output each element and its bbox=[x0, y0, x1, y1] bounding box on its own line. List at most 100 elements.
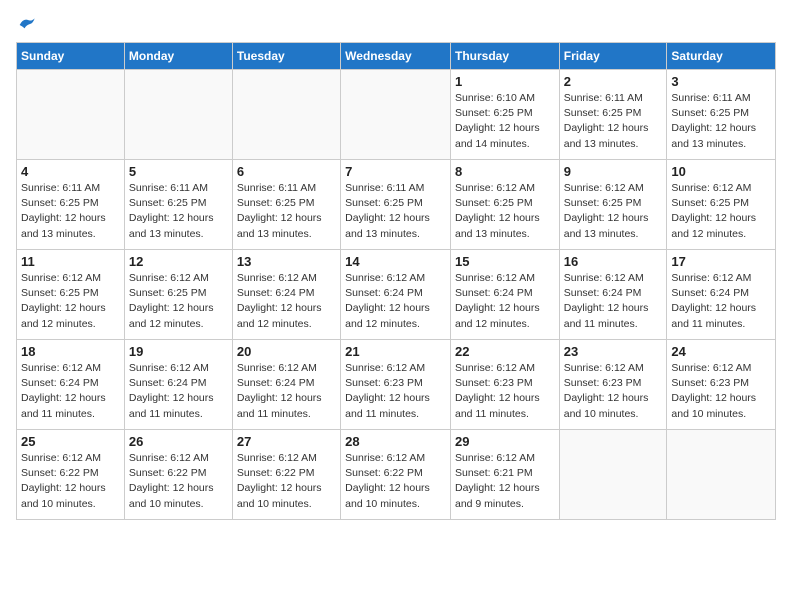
calendar-day-cell: 10 Sunrise: 6:12 AMSunset: 6:25 PMDayligh… bbox=[667, 160, 776, 250]
day-info: Sunrise: 6:10 AMSunset: 6:25 PMDaylight:… bbox=[455, 91, 555, 152]
day-number: 11 bbox=[21, 254, 120, 269]
calendar-day-cell bbox=[341, 70, 451, 160]
day-info: Sunrise: 6:12 AMSunset: 6:22 PMDaylight:… bbox=[237, 451, 336, 512]
calendar-day-cell: 3 Sunrise: 6:11 AMSunset: 6:25 PMDaylight… bbox=[667, 70, 776, 160]
calendar-day-cell: 4 Sunrise: 6:11 AMSunset: 6:25 PMDaylight… bbox=[17, 160, 125, 250]
calendar-day-cell: 25Sunrise: 6:12 AMSunset: 6:22 PMDayligh… bbox=[17, 430, 125, 520]
day-info: Sunrise: 6:12 AMSunset: 6:22 PMDaylight:… bbox=[129, 451, 228, 512]
calendar-day-cell: 7 Sunrise: 6:11 AMSunset: 6:25 PMDaylight… bbox=[341, 160, 451, 250]
calendar-day-cell: 2Sunrise: 6:11 AMSunset: 6:25 PMDaylight… bbox=[559, 70, 667, 160]
day-number: 19 bbox=[129, 344, 228, 359]
day-info: Sunrise: 6:11 AMSunset: 6:25 PMDaylight:… bbox=[237, 181, 336, 242]
day-info: Sunrise: 6:12 AMSunset: 6:24 PMDaylight:… bbox=[564, 271, 663, 332]
day-number: 13 bbox=[237, 254, 336, 269]
day-number: 16 bbox=[564, 254, 663, 269]
day-info: Sunrise: 6:12 AMSunset: 6:24 PMDaylight:… bbox=[455, 271, 555, 332]
day-number: 7 bbox=[345, 164, 446, 179]
day-number: 14 bbox=[345, 254, 446, 269]
day-number: 1 bbox=[455, 74, 555, 89]
day-number: 20 bbox=[237, 344, 336, 359]
day-info: Sunrise: 6:11 AMSunset: 6:25 PMDaylight:… bbox=[564, 91, 663, 152]
calendar-day-cell bbox=[232, 70, 340, 160]
day-info: Sunrise: 6:11 AMSunset: 6:25 PMDaylight:… bbox=[671, 91, 771, 152]
calendar-week-row: 1 Sunrise: 6:10 AMSunset: 6:25 PMDaylight… bbox=[17, 70, 776, 160]
day-info: Sunrise: 6:12 AMSunset: 6:24 PMDaylight:… bbox=[129, 361, 228, 422]
day-info: Sunrise: 6:12 AMSunset: 6:23 PMDaylight:… bbox=[564, 361, 663, 422]
calendar-day-cell: 13 Sunrise: 6:12 AMSunset: 6:24 PMDayligh… bbox=[232, 250, 340, 340]
day-info: Sunrise: 6:12 AMSunset: 6:23 PMDaylight:… bbox=[455, 361, 555, 422]
day-of-week-header: Monday bbox=[124, 43, 232, 70]
day-info: Sunrise: 6:12 AMSunset: 6:24 PMDaylight:… bbox=[237, 361, 336, 422]
logo-bird-icon bbox=[18, 16, 38, 34]
calendar-day-cell bbox=[559, 430, 667, 520]
days-header-row: SundayMondayTuesdayWednesdayThursdayFrid… bbox=[17, 43, 776, 70]
calendar-day-cell: 14 Sunrise: 6:12 AMSunset: 6:24 PMDayligh… bbox=[341, 250, 451, 340]
day-number: 27 bbox=[237, 434, 336, 449]
calendar-week-row: 18Sunrise: 6:12 AMSunset: 6:24 PMDayligh… bbox=[17, 340, 776, 430]
day-number: 3 bbox=[671, 74, 771, 89]
day-info: Sunrise: 6:12 AMSunset: 6:25 PMDaylight:… bbox=[129, 271, 228, 332]
day-number: 4 bbox=[21, 164, 120, 179]
calendar-day-cell: 20 Sunrise: 6:12 AMSunset: 6:24 PMDayligh… bbox=[232, 340, 340, 430]
day-number: 8 bbox=[455, 164, 555, 179]
day-info: Sunrise: 6:11 AMSunset: 6:25 PMDaylight:… bbox=[21, 181, 120, 242]
day-number: 6 bbox=[237, 164, 336, 179]
calendar-day-cell: 24 Sunrise: 6:12 AMSunset: 6:23 PMDayligh… bbox=[667, 340, 776, 430]
calendar-table: SundayMondayTuesdayWednesdayThursdayFrid… bbox=[16, 42, 776, 520]
day-of-week-header: Sunday bbox=[17, 43, 125, 70]
day-info: Sunrise: 6:12 AMSunset: 6:25 PMDaylight:… bbox=[455, 181, 555, 242]
calendar-day-cell bbox=[124, 70, 232, 160]
day-number: 28 bbox=[345, 434, 446, 449]
day-info: Sunrise: 6:12 AMSunset: 6:21 PMDaylight:… bbox=[455, 451, 555, 512]
calendar-day-cell: 23 Sunrise: 6:12 AMSunset: 6:23 PMDayligh… bbox=[559, 340, 667, 430]
day-info: Sunrise: 6:12 AMSunset: 6:22 PMDaylight:… bbox=[345, 451, 446, 512]
day-number: 15 bbox=[455, 254, 555, 269]
calendar-day-cell: 29Sunrise: 6:12 AMSunset: 6:21 PMDayligh… bbox=[450, 430, 559, 520]
calendar-day-cell: 17 Sunrise: 6:12 AMSunset: 6:24 PMDayligh… bbox=[667, 250, 776, 340]
calendar-day-cell: 9 Sunrise: 6:12 AMSunset: 6:25 PMDaylight… bbox=[559, 160, 667, 250]
calendar-day-cell: 12 Sunrise: 6:12 AMSunset: 6:25 PMDayligh… bbox=[124, 250, 232, 340]
day-of-week-header: Saturday bbox=[667, 43, 776, 70]
calendar-day-cell: 6 Sunrise: 6:11 AMSunset: 6:25 PMDaylight… bbox=[232, 160, 340, 250]
calendar-day-cell: 27 Sunrise: 6:12 AMSunset: 6:22 PMDayligh… bbox=[232, 430, 340, 520]
calendar-day-cell: 5Sunrise: 6:11 AMSunset: 6:25 PMDaylight… bbox=[124, 160, 232, 250]
day-info: Sunrise: 6:11 AMSunset: 6:25 PMDaylight:… bbox=[129, 181, 228, 242]
day-info: Sunrise: 6:12 AMSunset: 6:24 PMDaylight:… bbox=[237, 271, 336, 332]
day-info: Sunrise: 6:12 AMSunset: 6:25 PMDaylight:… bbox=[564, 181, 663, 242]
calendar-day-cell: 16 Sunrise: 6:12 AMSunset: 6:24 PMDayligh… bbox=[559, 250, 667, 340]
day-number: 26 bbox=[129, 434, 228, 449]
day-info: Sunrise: 6:12 AMSunset: 6:23 PMDaylight:… bbox=[671, 361, 771, 422]
day-number: 23 bbox=[564, 344, 663, 359]
day-number: 12 bbox=[129, 254, 228, 269]
day-of-week-header: Friday bbox=[559, 43, 667, 70]
logo bbox=[16, 16, 38, 34]
calendar-day-cell: 22Sunrise: 6:12 AMSunset: 6:23 PMDayligh… bbox=[450, 340, 559, 430]
day-info: Sunrise: 6:12 AMSunset: 6:24 PMDaylight:… bbox=[345, 271, 446, 332]
day-number: 17 bbox=[671, 254, 771, 269]
calendar-day-cell bbox=[17, 70, 125, 160]
day-info: Sunrise: 6:12 AMSunset: 6:24 PMDaylight:… bbox=[671, 271, 771, 332]
calendar-day-cell: 8 Sunrise: 6:12 AMSunset: 6:25 PMDaylight… bbox=[450, 160, 559, 250]
page-header bbox=[16, 16, 776, 34]
calendar-day-cell: 28 Sunrise: 6:12 AMSunset: 6:22 PMDayligh… bbox=[341, 430, 451, 520]
calendar-day-cell: 11 Sunrise: 6:12 AMSunset: 6:25 PMDayligh… bbox=[17, 250, 125, 340]
calendar-week-row: 4 Sunrise: 6:11 AMSunset: 6:25 PMDaylight… bbox=[17, 160, 776, 250]
day-info: Sunrise: 6:12 AMSunset: 6:25 PMDaylight:… bbox=[671, 181, 771, 242]
day-of-week-header: Thursday bbox=[450, 43, 559, 70]
day-of-week-header: Wednesday bbox=[341, 43, 451, 70]
day-number: 9 bbox=[564, 164, 663, 179]
day-info: Sunrise: 6:12 AMSunset: 6:22 PMDaylight:… bbox=[21, 451, 120, 512]
day-number: 21 bbox=[345, 344, 446, 359]
calendar-week-row: 25Sunrise: 6:12 AMSunset: 6:22 PMDayligh… bbox=[17, 430, 776, 520]
day-number: 24 bbox=[671, 344, 771, 359]
day-info: Sunrise: 6:11 AMSunset: 6:25 PMDaylight:… bbox=[345, 181, 446, 242]
calendar-day-cell: 15 Sunrise: 6:12 AMSunset: 6:24 PMDayligh… bbox=[450, 250, 559, 340]
calendar-day-cell: 1 Sunrise: 6:10 AMSunset: 6:25 PMDaylight… bbox=[450, 70, 559, 160]
day-info: Sunrise: 6:12 AMSunset: 6:24 PMDaylight:… bbox=[21, 361, 120, 422]
day-number: 10 bbox=[671, 164, 771, 179]
day-of-week-header: Tuesday bbox=[232, 43, 340, 70]
calendar-day-cell: 18Sunrise: 6:12 AMSunset: 6:24 PMDayligh… bbox=[17, 340, 125, 430]
calendar-day-cell: 26 Sunrise: 6:12 AMSunset: 6:22 PMDayligh… bbox=[124, 430, 232, 520]
day-info: Sunrise: 6:12 AMSunset: 6:25 PMDaylight:… bbox=[21, 271, 120, 332]
calendar-day-cell: 21Sunrise: 6:12 AMSunset: 6:23 PMDayligh… bbox=[341, 340, 451, 430]
